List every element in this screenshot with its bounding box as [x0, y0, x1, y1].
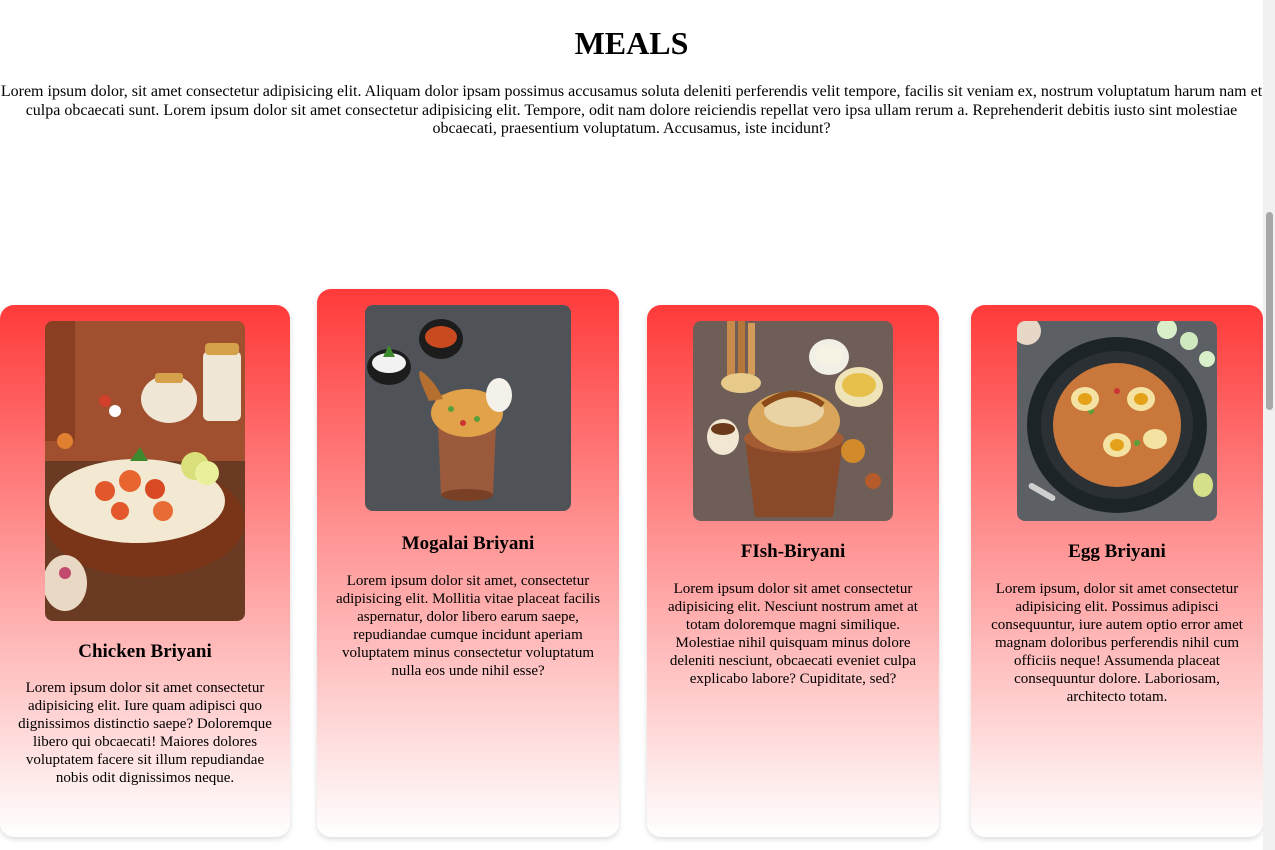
card-description: Lorem ipsum dolor sit amet consectetur a… [668, 581, 918, 687]
card-title: FIsh-Biryani [740, 541, 846, 562]
egg-briyani-image [1017, 321, 1217, 521]
page-title: MEALS [574, 25, 689, 61]
card-title: Chicken Briyani [78, 641, 212, 662]
card-description: Lorem ipsum dolor sit amet consectetur a… [18, 680, 272, 786]
meal-card-mogalai-briyani[interactable]: Mogalai Briyani Lorem ipsum dolor sit am… [317, 289, 619, 837]
chicken-briyani-image [45, 321, 245, 621]
card-description: Lorem ipsum, dolor sit amet consectetur … [991, 581, 1243, 705]
card-title: Egg Briyani [1068, 541, 1166, 562]
intro-paragraph: Lorem ipsum dolor, sit amet consectetur … [0, 83, 1263, 137]
meal-card-fish-biryani[interactable]: FIsh-Biryani Lorem ipsum dolor sit amet … [647, 305, 939, 837]
card-description: Lorem ipsum dolor sit amet, consectetur … [335, 573, 601, 679]
meals-page: MEALS Lorem ipsum dolor, sit amet consec… [0, 0, 1275, 850]
meal-card-egg-briyani[interactable]: Egg Briyani Lorem ipsum, dolor sit amet … [971, 305, 1263, 837]
mogalai-briyani-image [365, 305, 571, 511]
card-title: Mogalai Briyani [401, 533, 535, 554]
fish-biryani-image [693, 321, 893, 521]
vertical-scrollbar[interactable] [1263, 0, 1275, 850]
meal-card-chicken-briyani[interactable]: Chicken Briyani Lorem ipsum dolor sit am… [0, 305, 290, 837]
scrollbar-thumb[interactable] [1266, 212, 1273, 410]
